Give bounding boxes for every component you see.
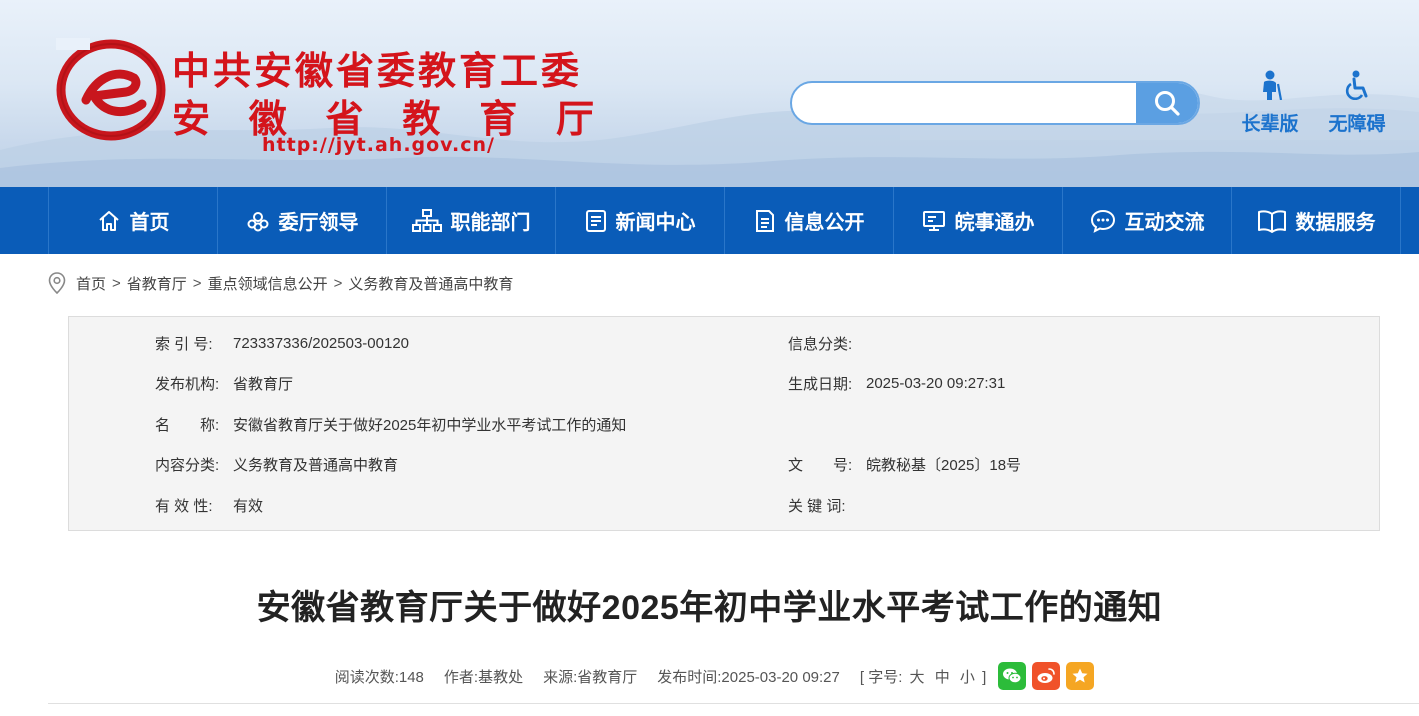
source: 来源:省教育厅 <box>543 668 638 686</box>
name-label: 名 称: <box>155 416 220 434</box>
title-char: 厅 <box>555 97 594 141</box>
publish-time: 发布时间:2025-03-20 09:27 <box>657 668 840 686</box>
validity-label: 有 效 性: <box>155 497 213 515</box>
e-logo <box>56 38 166 141</box>
share-weibo-button[interactable] <box>1032 662 1061 690</box>
breadcrumb-current[interactable]: 义务教育及普通高中教育 <box>348 273 513 294</box>
font-size-control: [ 字号: 大 中 小 ] <box>860 666 986 687</box>
nav-label: 互动交流 <box>1124 212 1205 234</box>
elder-mode-button[interactable]: 长辈版 <box>1237 70 1303 136</box>
favorite-button[interactable] <box>1066 662 1095 690</box>
nav-info-disclosure[interactable]: 信息公开 <box>725 187 894 254</box>
info-row: 内容分类: 义务教育及普通高中教育 文 号: 皖教秘基〔2025〕18号 <box>69 444 1379 484</box>
read-count: 阅读次数:148 <box>334 668 424 686</box>
breadcrumb-separator: > <box>192 274 202 292</box>
breadcrumb: 首页 > 省教育厅 > 重点领域信息公开 > 义务教育及普通高中教育 <box>48 272 513 294</box>
news-icon <box>585 209 606 232</box>
site-title-cpc: 中共安徽省委教育工委 <box>172 49 583 93</box>
nav-home[interactable]: 首页 <box>49 187 218 254</box>
org-chart-icon <box>411 208 442 232</box>
nav-label: 信息公开 <box>784 212 865 234</box>
document-icon <box>755 209 774 232</box>
breadcrumb-home[interactable]: 首页 <box>76 273 106 294</box>
divider <box>48 703 1419 704</box>
breadcrumb-department[interactable]: 省教育厅 <box>127 273 187 294</box>
home-icon <box>98 210 119 231</box>
monitor-icon <box>922 210 945 231</box>
search-button[interactable] <box>1136 83 1198 123</box>
nav-news[interactable]: 新闻中心 <box>556 187 725 254</box>
article-meta: 阅读次数:148 作者:基教处 来源:省教育厅 发布时间:2025-03-20 … <box>0 662 1419 690</box>
font-size-large[interactable]: 大 <box>910 669 925 686</box>
breadcrumb-separator: > <box>112 274 121 292</box>
article-title: 安徽省教育厅关于做好2025年初中学业水平考试工作的通知 <box>256 589 1163 627</box>
nav-data-services[interactable]: 数据服务 <box>1232 187 1401 254</box>
search-input[interactable] <box>792 83 1138 123</box>
content-category-value: 义务教育及普通高中教育 <box>233 456 399 474</box>
breadcrumb-separator: > <box>333 274 343 292</box>
font-size-bracket: ] <box>982 668 987 686</box>
date-label: 生成日期: <box>788 375 853 393</box>
weibo-icon <box>1037 668 1056 683</box>
elder-icon <box>1263 70 1283 101</box>
accessibility-button[interactable]: 无障碍 <box>1324 70 1390 136</box>
index-value: 723337336/202503-00120 <box>233 334 410 352</box>
main-nav: 首页 委厅领导 职能部门 新闻中心 信息公开 皖事通办 互动交流 数据服务 <box>0 187 1419 254</box>
nav-services[interactable]: 皖事通办 <box>894 187 1063 254</box>
site-header: 中共安徽省委教育工委 安 徽 省 教 育 厅 http://jyt.ah.gov… <box>0 0 1419 187</box>
location-pin-icon <box>48 272 66 294</box>
author: 作者:基教处 <box>443 668 524 686</box>
search-box <box>790 81 1200 125</box>
keywords-label: 关 键 词: <box>788 497 846 515</box>
accessibility-label: 无障碍 <box>1328 114 1386 135</box>
wechat-icon <box>1003 668 1022 684</box>
nav-label: 委厅领导 <box>278 212 359 234</box>
share-wechat-button[interactable] <box>998 662 1027 690</box>
font-size-label: [ 字号: <box>859 668 903 686</box>
doc-number-value: 皖教秘基〔2025〕18号 <box>866 456 1022 474</box>
nav-label: 职能部门 <box>450 212 531 234</box>
content-category-label: 内容分类: <box>155 456 220 474</box>
index-label: 索 引 号: <box>155 335 213 353</box>
share-buttons <box>998 662 1095 690</box>
leaders-icon <box>247 211 268 231</box>
info-row: 有 效 性: 有效 关 键 词: <box>69 485 1379 525</box>
validity-value: 有效 <box>233 497 264 515</box>
doc-number-label: 文 号: <box>788 456 853 474</box>
info-row: 发布机构: 省教育厅 生成日期: 2025-03-20 09:27:31 <box>69 363 1379 403</box>
breadcrumb-section[interactable]: 重点领域信息公开 <box>208 273 328 294</box>
nav-label: 数据服务 <box>1295 212 1376 234</box>
elder-mode-label: 长辈版 <box>1241 114 1299 135</box>
info-row: 名 称: 安徽省教育厅关于做好2025年初中学业水平考试工作的通知 <box>69 404 1379 444</box>
document-info-table: 索 引 号: 723337336/202503-00120 信息分类: 发布机构… <box>68 316 1380 531</box>
info-row: 索 引 号: 723337336/202503-00120 信息分类: <box>69 323 1379 363</box>
nav-interaction[interactable]: 互动交流 <box>1063 187 1232 254</box>
site-url: http://jyt.ah.gov.cn/ <box>262 134 495 156</box>
wheelchair-icon <box>1345 70 1368 101</box>
nav-label: 首页 <box>129 212 170 234</box>
title-char: 安 <box>172 97 211 141</box>
nav-label: 皖事通办 <box>954 212 1035 234</box>
nav-leaders[interactable]: 委厅领导 <box>218 187 387 254</box>
date-value: 2025-03-20 09:27:31 <box>866 374 1006 392</box>
category-label: 信息分类: <box>788 335 853 353</box>
star-icon <box>1072 668 1088 683</box>
font-size-medium[interactable]: 中 <box>935 669 950 686</box>
book-icon <box>1257 209 1286 233</box>
nav-label: 新闻中心 <box>615 212 696 234</box>
publisher-value: 省教育厅 <box>233 375 294 393</box>
name-value: 安徽省教育厅关于做好2025年初中学业水平考试工作的通知 <box>233 416 627 434</box>
nav-departments[interactable]: 职能部门 <box>387 187 556 254</box>
search-icon <box>1155 91 1180 116</box>
publisher-label: 发布机构: <box>155 375 220 393</box>
font-size-small[interactable]: 小 <box>960 669 975 686</box>
chat-icon <box>1090 209 1115 233</box>
